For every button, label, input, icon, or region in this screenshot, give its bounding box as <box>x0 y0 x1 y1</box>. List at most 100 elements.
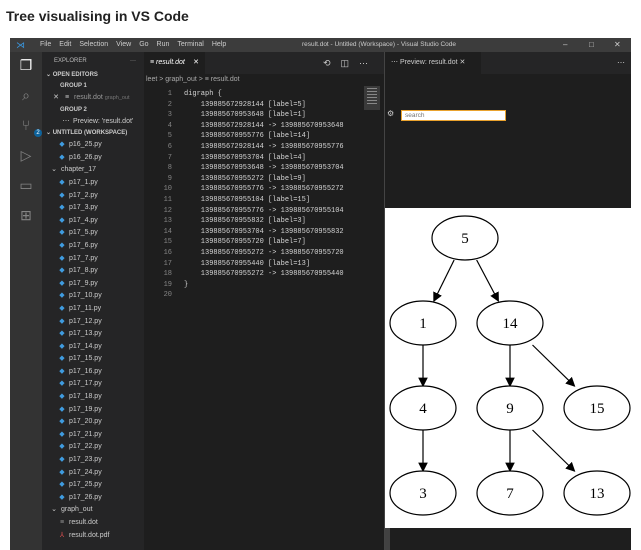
file-item[interactable]: ◆ p17_11.py <box>42 303 144 316</box>
search-input[interactable] <box>401 110 506 121</box>
file-item[interactable]: ◆ p17_17.py <box>42 378 144 391</box>
graph-node-label: 7 <box>506 486 514 502</box>
file-item[interactable]: ◆ p17_25.py <box>42 479 144 492</box>
file-item[interactable]: ◆ p16_26.py <box>42 152 144 165</box>
split-editor-icon[interactable]: ◫ <box>340 58 359 68</box>
file-item[interactable]: ≡ result.dot <box>42 517 144 530</box>
file-item[interactable]: ◆ p17_7.py <box>42 253 144 266</box>
menu-selection[interactable]: Selection <box>75 38 112 52</box>
explorer-header: EXPLORER ··· <box>42 52 144 70</box>
file-item[interactable]: ◆ p17_6.py <box>42 240 144 253</box>
run-icon[interactable]: ▷ <box>17 146 35 164</box>
file-item[interactable]: ◆ p17_14.py <box>42 341 144 354</box>
file-item[interactable]: ◆ p17_18.py <box>42 391 144 404</box>
code-editor[interactable]: 1 digraph {2 139885672928144 [label=5] 3 1… <box>144 86 390 550</box>
files-icon[interactable]: ❐ <box>17 56 35 74</box>
breadcrumb[interactable]: leet > graph_out > ≡ result.dot <box>144 74 384 86</box>
close-icon[interactable]: ✕ <box>52 92 60 105</box>
remote-explorer-icon[interactable]: ▭ <box>17 176 35 194</box>
file-label: p17_25.py <box>69 481 102 489</box>
file-label: p17_14.py <box>69 342 102 350</box>
line-number: 7 <box>167 153 172 162</box>
file-item[interactable]: ◆ p17_10.py <box>42 290 144 303</box>
file-item[interactable]: ◆ p17_24.py <box>42 467 144 480</box>
more-actions-icon[interactable]: ··· <box>130 58 136 64</box>
file-item[interactable]: ◆ p17_3.py <box>42 202 144 215</box>
file-label: p17_12.py <box>69 317 102 325</box>
close-tab-icon[interactable]: ✕ <box>460 59 466 66</box>
file-item[interactable]: ◆ p17_19.py <box>42 404 144 417</box>
file-item[interactable]: ◆ p17_15.py <box>42 353 144 366</box>
python-file-icon: ◆ <box>59 178 65 186</box>
file-item[interactable]: ◆ p17_21.py <box>42 429 144 442</box>
graph-preview: 5 1 14 4 9 15 3 7 13 <box>385 208 631 528</box>
file-item[interactable]: ◆ p17_2.py <box>42 190 144 203</box>
folder-item[interactable]: ⌄ graph_out <box>42 504 144 517</box>
menu-help[interactable]: Help <box>208 38 230 52</box>
graph-node-label: 4 <box>419 401 427 417</box>
more-icon[interactable]: ⋯ <box>617 52 625 74</box>
search-icon[interactable]: ⌕ <box>17 86 35 104</box>
minimap[interactable] <box>364 86 380 110</box>
open-preview-icon[interactable]: ⟲ <box>323 58 341 68</box>
file-item[interactable]: ◆ p17_4.py <box>42 215 144 228</box>
line-number: 10 <box>163 185 172 194</box>
file-item[interactable]: ◆ p17_16.py <box>42 366 144 379</box>
line-number: 16 <box>163 249 172 257</box>
file-label: p17_19.py <box>69 405 102 413</box>
python-file-icon: ◆ <box>59 443 65 451</box>
code-line: 139885670955720 [label=7] <box>184 238 306 247</box>
menu-go[interactable]: Go <box>135 38 152 52</box>
source-control-icon[interactable]: ⑂ 2 <box>17 116 42 137</box>
code-line: 139885670953704 [label=4] <box>184 153 306 162</box>
maximize-icon[interactable]: □ <box>589 38 594 52</box>
line-number: 8 <box>167 164 172 173</box>
file-item[interactable]: ⅄ result.dot.pdf <box>42 530 144 543</box>
line-number: 6 <box>167 143 172 151</box>
menu-file[interactable]: File <box>36 38 55 52</box>
tab-preview[interactable]: ⋯ Preview: result.dot ✕ <box>385 52 481 74</box>
file-item[interactable]: ◆ p17_22.py <box>42 441 144 454</box>
file-label: p17_16.py <box>69 367 102 375</box>
menu-edit[interactable]: Edit <box>55 38 75 52</box>
file-item[interactable]: ◆ p17_1.py <box>42 177 144 190</box>
file-label: p17_24.py <box>69 468 102 476</box>
graph-edges <box>418 259 576 473</box>
more-icon[interactable]: ⋯ <box>359 58 378 68</box>
menu-run[interactable]: Run <box>153 38 174 52</box>
folder-item[interactable]: ⌄ chapter_17 <box>42 164 144 177</box>
file-item[interactable]: ◆ p17_26.py <box>42 492 144 505</box>
graph-node-label: 1 <box>419 316 427 332</box>
file-item[interactable]: ◆ p17_13.py <box>42 328 144 341</box>
python-file-icon: ◆ <box>59 418 65 426</box>
file-item[interactable]: ◆ p17_8.py <box>42 265 144 278</box>
menu-terminal[interactable]: Terminal <box>173 38 207 52</box>
file-item[interactable]: ◆ p16_25.py <box>42 139 144 152</box>
file-item[interactable]: ◆ p17_20.py <box>42 416 144 429</box>
code-line: 139885670953704 -> 139885670955832 <box>184 227 344 236</box>
minimize-icon[interactable]: – <box>563 38 567 52</box>
open-editor-preview[interactable]: ⋯ Preview: 'result.dot' <box>42 116 144 129</box>
python-file-icon: ◆ <box>59 468 65 476</box>
open-editors-section[interactable]: ⌄ OPEN EDITORS <box>42 70 144 81</box>
file-label: p17_22.py <box>69 443 102 451</box>
title-bar: ⋊ File Edit Selection View Go Run Terminal Help… <box>10 38 631 52</box>
open-editor-result-dot[interactable]: ✕ ≡ result.dot graph_out <box>42 92 144 105</box>
close-window-icon[interactable]: ✕ <box>614 38 621 52</box>
graph-edge <box>532 344 576 387</box>
close-tab-icon[interactable]: ✕ <box>193 52 199 74</box>
file-item[interactable]: ◆ p17_23.py <box>42 454 144 467</box>
activity-bar: ❐ ⌕ ⑂ 2 ▷ ▭ ⊞ <box>10 52 42 550</box>
tab-result-dot[interactable]: ≡ result.dot ✕ <box>144 52 205 74</box>
gear-icon[interactable]: ⚙ <box>387 109 394 118</box>
extensions-icon[interactable]: ⊞ <box>17 206 35 224</box>
graph-edge <box>433 259 455 303</box>
python-file-icon: ◆ <box>59 241 65 249</box>
python-file-icon: ◆ <box>59 393 65 401</box>
file-item[interactable]: ◆ p17_9.py <box>42 278 144 291</box>
menu-view[interactable]: View <box>112 38 135 52</box>
file-item[interactable]: ◆ p17_12.py <box>42 316 144 329</box>
workspace-section[interactable]: ⌄ UNTITLED (WORKSPACE) <box>42 128 144 139</box>
file-item[interactable]: ◆ p17_5.py <box>42 227 144 240</box>
file-label: p17_11.py <box>69 304 102 312</box>
